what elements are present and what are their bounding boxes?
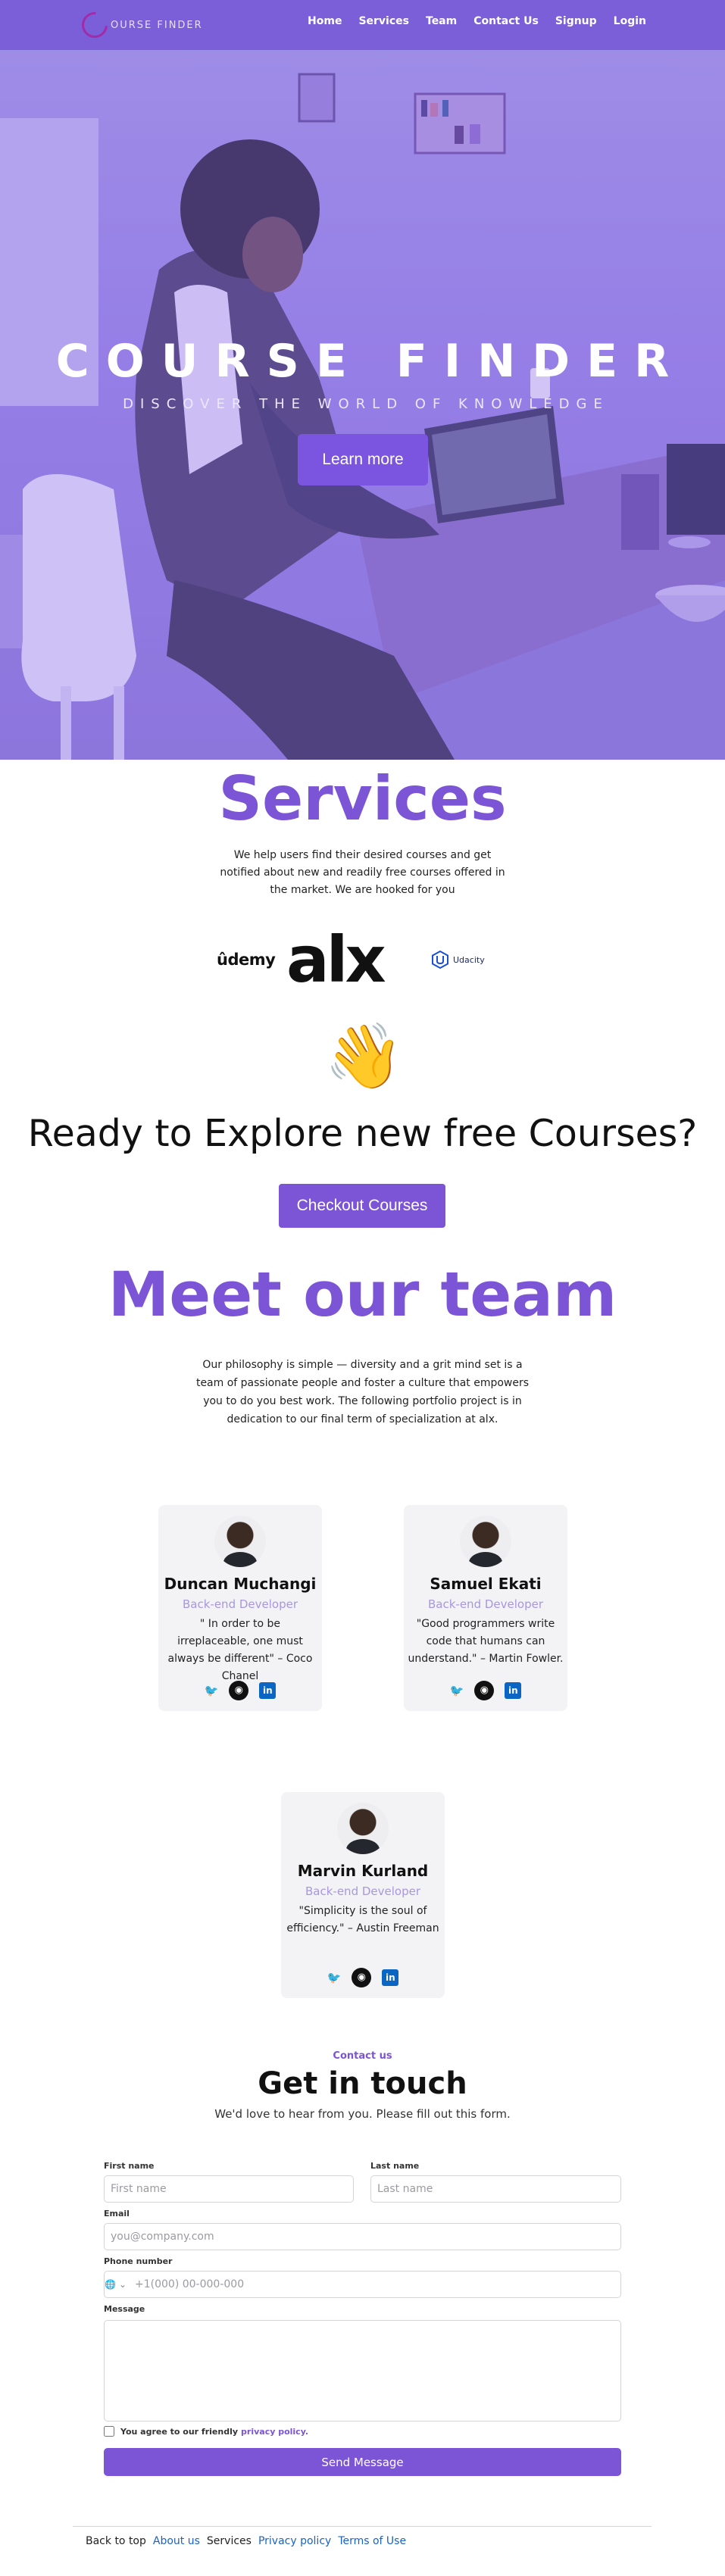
email-label: Email [104, 2209, 130, 2218]
hero-title: COURSE FINDER [55, 335, 686, 388]
linkedin-icon[interactable]: in [505, 1682, 522, 1699]
globe-icon: 🌐 [105, 2279, 116, 2290]
alx-logo: alx [286, 923, 386, 997]
github-icon[interactable]: ◉ [352, 1968, 372, 1987]
phone-input[interactable] [104, 2271, 621, 2298]
social-links: 🐦 ◉ in [281, 1968, 445, 1987]
learn-more-button[interactable]: Learn more [298, 434, 428, 486]
email-input[interactable] [104, 2223, 621, 2250]
terms-of-use-link[interactable]: Terms of Use [338, 2535, 406, 2547]
services-title: Services [218, 763, 507, 834]
team-title: Meet our team [108, 1260, 617, 1331]
last-name-label: Last name [370, 2161, 420, 2171]
avatar [460, 1516, 511, 1567]
back-to-top-link[interactable]: Back to top [86, 2535, 146, 2547]
last-name-input[interactable] [370, 2175, 621, 2203]
udemy-logo: ûdemy [217, 951, 276, 969]
member-name: Duncan Muchangi [164, 1575, 317, 1593]
top-navbar: OURSE FINDER Home Services Team Contact … [0, 0, 725, 50]
send-message-button[interactable]: Send Message [104, 2448, 621, 2476]
contact-subtitle: We'd love to hear from you. Please fill … [214, 2107, 511, 2121]
country-selector[interactable]: 🌐 ⌄ [105, 2271, 127, 2298]
privacy-policy-footer-link[interactable]: Privacy policy [258, 2535, 331, 2547]
nav-links: Home Services Team Contact Us Signup Log… [308, 15, 646, 27]
social-links: 🐦 ◉ in [404, 1681, 567, 1700]
github-icon[interactable]: ◉ [229, 1681, 249, 1700]
privacy-agreement: You agree to our friendly privacy policy… [104, 2426, 308, 2437]
services-description: We help users find their desired courses… [220, 849, 505, 896]
member-quote: "Simplicity is the soul of efficiency." … [286, 1905, 439, 1934]
footer-divider [73, 2526, 652, 2527]
logo[interactable]: OURSE FINDER [77, 7, 203, 43]
member-quote: "Good programmers write code that humans… [408, 1618, 564, 1665]
udacity-icon [432, 951, 448, 969]
nav-signup-link[interactable]: Signup [555, 15, 597, 27]
twitter-icon[interactable]: 🐦 [205, 1684, 219, 1697]
phone-label: Phone number [104, 2256, 173, 2266]
nav-login-link[interactable]: Login [614, 15, 646, 27]
twitter-icon[interactable]: 🐦 [327, 1971, 342, 1984]
nav-team-link[interactable]: Team [426, 15, 457, 27]
github-icon[interactable]: ◉ [474, 1681, 495, 1700]
first-name-label: First name [104, 2161, 155, 2171]
avatar [214, 1516, 266, 1567]
member-role: Back-end Developer [305, 1884, 420, 1898]
member-role: Back-end Developer [428, 1597, 543, 1611]
agree-checkbox[interactable] [104, 2426, 114, 2437]
udacity-logo: Udacity [432, 951, 485, 969]
member-name: Samuel Ekati [430, 1575, 542, 1593]
team-card-marvin: Marvin Kurland Back-end Developer "Simpl… [281, 1792, 445, 1998]
team-card-duncan: Duncan Muchangi Back-end Developer " In … [158, 1505, 322, 1711]
linkedin-icon[interactable]: in [259, 1682, 277, 1699]
team-description: Our philosophy is simple — diversity and… [195, 1359, 530, 1425]
hero-subtitle: DISCOVER THE WORLD OF KNOWLEDGE [123, 396, 609, 412]
logo-text: OURSE FINDER [111, 19, 203, 31]
checkout-courses-button[interactable]: Checkout Courses [279, 1184, 445, 1228]
team-card-samuel: Samuel Ekati Back-end Developer "Good pr… [404, 1505, 567, 1711]
linkedin-icon[interactable]: in [382, 1969, 399, 1986]
nav-contact-link[interactable]: Contact Us [473, 15, 539, 27]
contact-kicker: Contact us [333, 2050, 392, 2062]
agree-text: You agree to our friendly [120, 2426, 239, 2437]
udacity-logo-text: Udacity [453, 954, 485, 965]
footer-links: Back to top About us Services Privacy po… [86, 2535, 406, 2547]
about-us-link[interactable]: About us [153, 2535, 200, 2547]
member-quote: " In order to be irreplaceable, one must… [167, 1618, 313, 1682]
chevron-down-icon: ⌄ [118, 2279, 127, 2290]
message-label: Message [104, 2304, 145, 2314]
message-textarea[interactable] [104, 2320, 621, 2421]
logo-ring-icon [77, 7, 113, 43]
social-links: 🐦 ◉ in [158, 1681, 322, 1700]
avatar [337, 1803, 389, 1854]
waving-hand-icon: 👋 [324, 1019, 404, 1093]
team-description-wrap: Our philosophy is simple — diversity and… [0, 1356, 725, 1429]
hero-section: COURSE FINDER DISCOVER THE WORLD OF KNOW… [0, 50, 725, 760]
member-role: Back-end Developer [183, 1597, 298, 1611]
nav-services-link[interactable]: Services [358, 15, 409, 27]
footer-services-link[interactable]: Services [207, 2535, 252, 2547]
first-name-input[interactable] [104, 2175, 354, 2203]
services-description-wrap: We help users find their desired courses… [0, 847, 725, 899]
privacy-policy-link[interactable]: privacy policy. [241, 2427, 308, 2437]
contact-title: Get in touch [258, 2066, 467, 2101]
explore-title: Ready to Explore new free Courses? [27, 1112, 698, 1155]
nav-home-link[interactable]: Home [308, 15, 342, 27]
member-name: Marvin Kurland [297, 1862, 429, 1880]
twitter-icon[interactable]: 🐦 [450, 1684, 464, 1697]
